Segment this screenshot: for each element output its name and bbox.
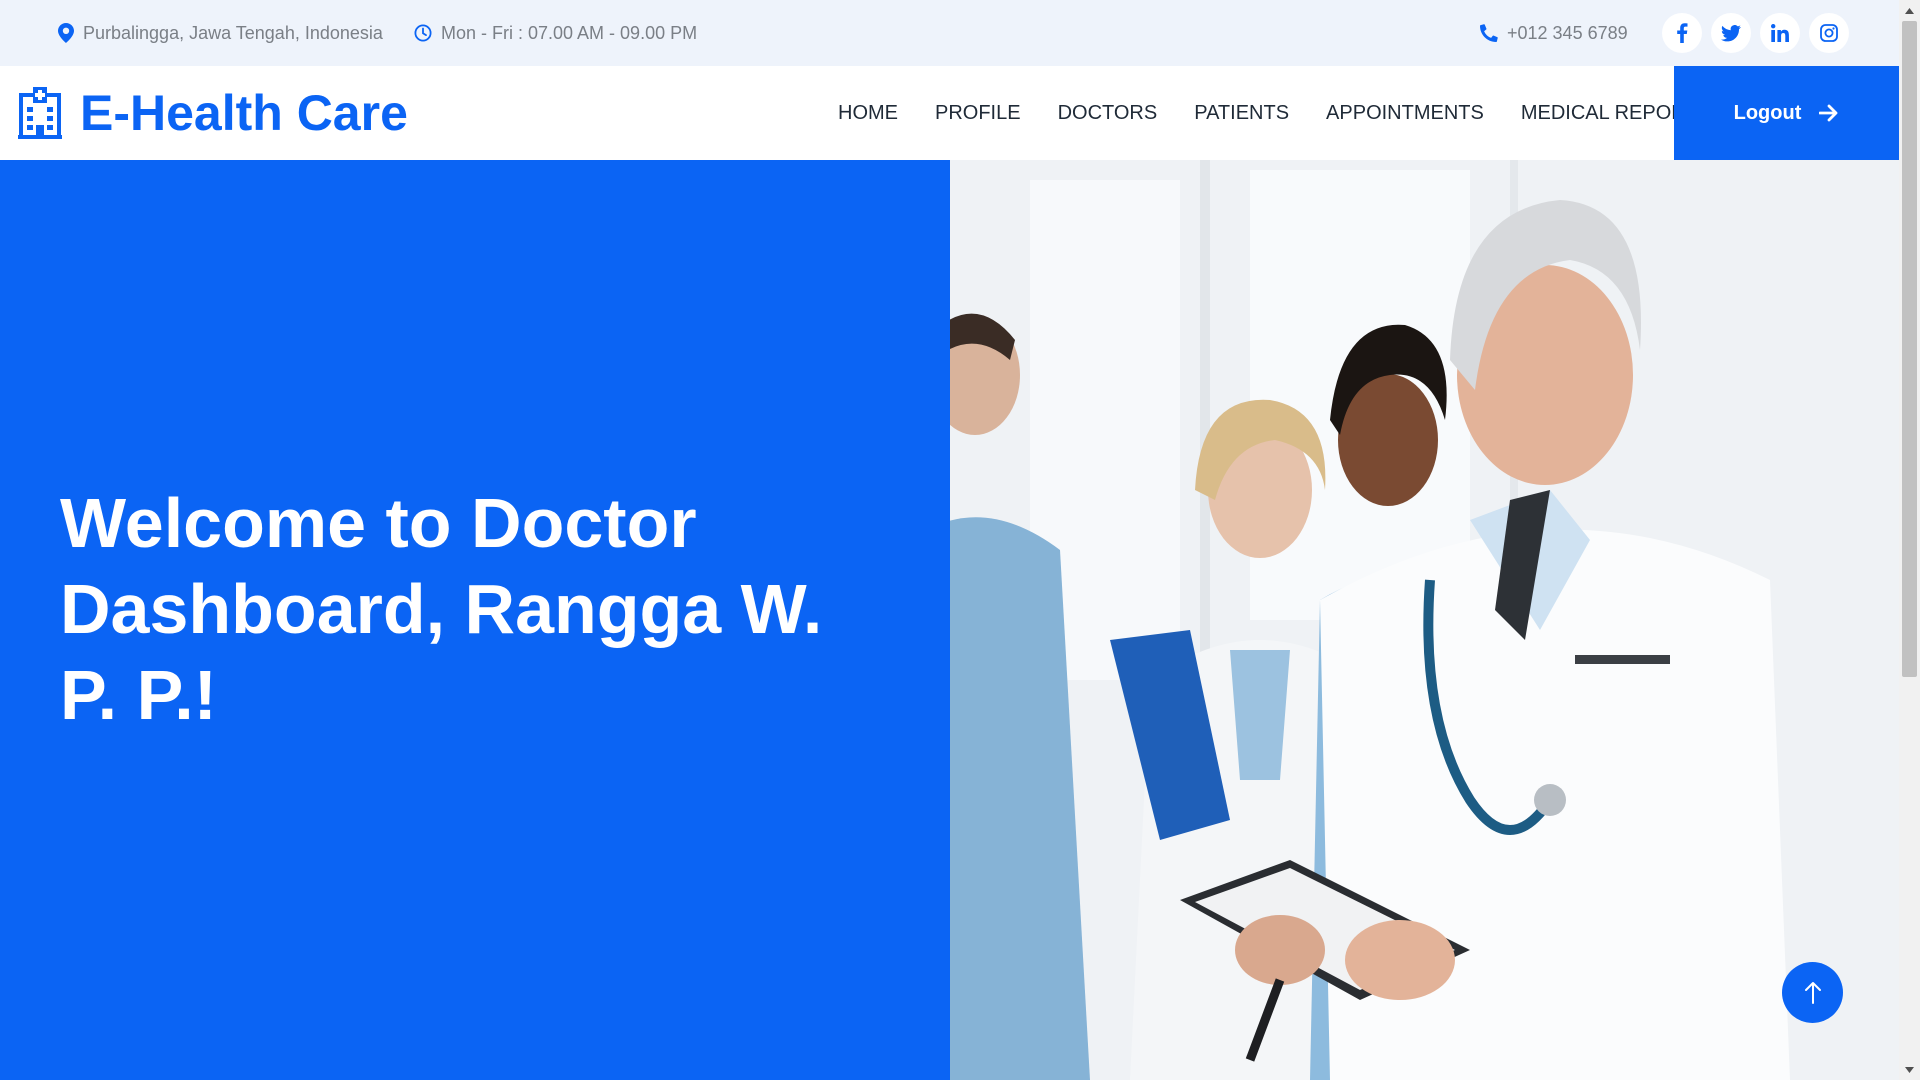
clock-icon	[414, 24, 432, 42]
logout-label: Logout	[1733, 101, 1802, 124]
scroll-up-button[interactable]	[1899, 0, 1920, 21]
instagram-link[interactable]	[1809, 13, 1849, 53]
nav-item-profile[interactable]: PROFILE	[935, 102, 1021, 125]
doctors-photo-illustration	[950, 160, 1899, 1080]
nav-item-patients[interactable]: PATIENTS	[1194, 102, 1289, 125]
nav-menu: HOME PROFILE DOCTORS PATIENTS APPOINTMEN…	[838, 66, 1748, 160]
hero-doctors-image	[950, 160, 1899, 1080]
phone-info: +012 345 6789	[1480, 0, 1628, 66]
address-info: Purbalingga, Jawa Tengah, Indonesia	[58, 0, 383, 66]
back-to-top-button[interactable]	[1782, 962, 1843, 1023]
twitter-icon	[1721, 24, 1741, 41]
facebook-icon	[1677, 23, 1688, 43]
hours-info: Mon - Fri : 07.00 AM - 09.00 PM	[414, 0, 697, 66]
brand-title: E-Health Care	[80, 85, 408, 141]
address-text: Purbalingga, Jawa Tengah, Indonesia	[83, 22, 383, 43]
page-scrollbar[interactable]	[1899, 0, 1920, 1080]
nav-item-home[interactable]: HOME	[838, 102, 898, 125]
hero-section: Welcome to Doctor Dashboard, Rangga W. P…	[0, 160, 1899, 1080]
social-links	[1662, 13, 1849, 53]
top-info-bar: Purbalingga, Jawa Tengah, Indonesia Mon …	[0, 0, 1899, 66]
logout-button[interactable]: Logout	[1674, 66, 1899, 160]
hero-text-panel: Welcome to Doctor Dashboard, Rangga W. P…	[0, 160, 950, 1080]
instagram-icon	[1820, 24, 1838, 42]
twitter-link[interactable]	[1711, 13, 1751, 53]
scroll-down-button[interactable]	[1899, 1059, 1920, 1080]
linkedin-icon	[1771, 24, 1789, 42]
triangle-down-icon	[1905, 1066, 1914, 1073]
arrow-right-icon	[1819, 104, 1838, 122]
hero-title: Welcome to Doctor Dashboard, Rangga W. P…	[60, 484, 823, 734]
triangle-up-icon	[1905, 7, 1914, 14]
hospital-icon	[18, 87, 62, 139]
nav-item-doctors[interactable]: DOCTORS	[1058, 102, 1158, 125]
arrow-up-icon	[1804, 981, 1821, 1004]
brand-logo[interactable]: E-Health Care	[18, 66, 408, 160]
map-pin-icon	[58, 23, 74, 43]
main-navbar: E-Health Care HOME PROFILE DOCTORS PATIE…	[0, 66, 1899, 160]
facebook-link[interactable]	[1662, 13, 1702, 53]
hours-text: Mon - Fri : 07.00 AM - 09.00 PM	[441, 22, 698, 43]
phone-icon	[1480, 24, 1498, 42]
nav-item-appointments[interactable]: APPOINTMENTS	[1326, 102, 1484, 125]
scrollbar-thumb[interactable]	[1902, 21, 1917, 677]
linkedin-link[interactable]	[1760, 13, 1800, 53]
phone-text: +012 345 6789	[1507, 22, 1628, 43]
